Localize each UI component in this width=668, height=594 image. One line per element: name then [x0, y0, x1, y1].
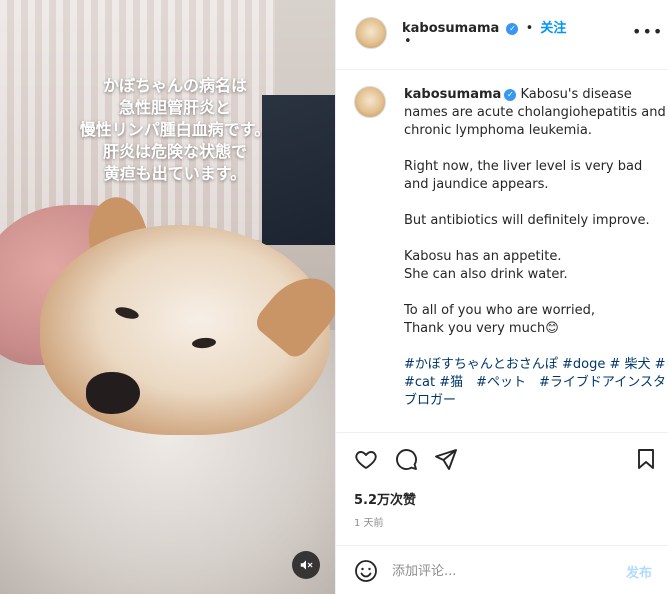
save-button[interactable] [634, 447, 658, 471]
share-button[interactable] [434, 447, 458, 471]
more-options-icon: ••• [632, 22, 664, 41]
overlay-line: 肝炎は危険な状態で [102, 142, 247, 161]
heart-icon [355, 451, 377, 469]
header-user-row: kabosumama ✓ • 关注 [402, 17, 566, 36]
likes-count[interactable]: 5.2万次赞 [354, 489, 416, 508]
caption-paragraph: Kabosu has an appetite. [404, 249, 562, 264]
comment-box: 发布 [336, 545, 668, 594]
overlay-line: かぼちゃんの病名は [102, 76, 247, 95]
caption-hashtags[interactable]: #かぼすちゃんとおさんぽ #doge # 柴犬 # #cat #猫 #ペット #… [404, 356, 666, 410]
location-dot: • [404, 34, 412, 49]
mute-button[interactable] [292, 551, 320, 579]
caption-avatar[interactable] [354, 86, 386, 118]
caption-paragraph: She can also drink water. [404, 267, 568, 282]
comment-button[interactable] [394, 447, 418, 471]
bookmark-icon [638, 449, 654, 469]
comments-section[interactable]: kabosumama ✓ Kabosu's disease names are a… [336, 70, 668, 432]
overlay-line: 黄疸も出ています。 [103, 164, 247, 183]
post-actions: 5.2万次赞 1 天前 发布 [336, 432, 668, 594]
media-text-overlay: かぼちゃんの病名は 急性胆管肝炎と 慢性リンパ腫白血病です。 肝炎は危険な状態で… [55, 75, 295, 185]
comment-input[interactable] [392, 561, 592, 581]
caption-paragraph: Thank you very much😊 [404, 321, 559, 336]
post-header: kabosumama ✓ • 关注 • ••• [336, 0, 668, 70]
post-comment-button[interactable]: 发布 [626, 562, 652, 581]
caption-paragraph: To all of you who are worried, [404, 303, 595, 318]
overlay-line: 慢性リンパ腫白血病です。 [79, 120, 271, 139]
post-media[interactable]: かぼちゃんの病名は 急性胆管肝炎と 慢性リンパ腫白血病です。 肝炎は危険な状態で… [0, 0, 335, 594]
post-side-panel: kabosumama ✓ • 关注 • ••• kabosumama ✓ Kabo… [335, 0, 668, 594]
separator-dot: • [525, 21, 534, 36]
follow-button[interactable]: 关注 [540, 21, 566, 36]
caption-username-link[interactable]: kabosumama [404, 87, 501, 102]
avatar[interactable] [355, 17, 387, 49]
overlay-line: 急性胆管肝炎と [118, 98, 231, 117]
dog-nose [86, 372, 140, 414]
caption: kabosumama ✓ Kabosu's disease names are a… [404, 86, 666, 428]
speaker-muted-icon [300, 560, 313, 570]
caption-paragraph: Right now, the liver level is very bad a… [404, 159, 643, 192]
verified-badge-icon: ✓ [506, 22, 519, 35]
emoji-button[interactable] [354, 559, 378, 583]
emoji-smiley-icon [355, 560, 377, 582]
username-link[interactable]: kabosumama [402, 21, 499, 36]
post-timestamp[interactable]: 1 天前 [354, 514, 384, 529]
comment-bubble-icon [396, 449, 417, 470]
share-paper-plane-icon [435, 449, 457, 470]
like-button[interactable] [354, 447, 378, 471]
more-options-button[interactable]: ••• [632, 22, 663, 41]
verified-badge-icon: ✓ [504, 88, 517, 101]
caption-paragraph: But antibiotics will definitely improve. [404, 213, 650, 228]
